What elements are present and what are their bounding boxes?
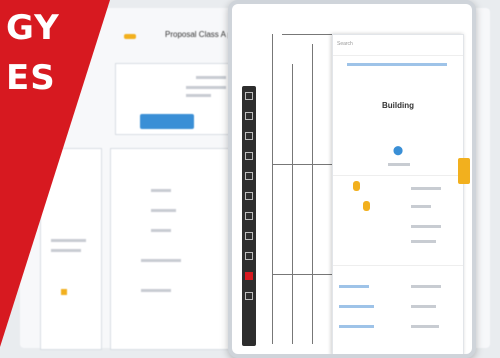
layer-tool-icon[interactable]	[245, 192, 253, 200]
panel-title: Building	[382, 101, 414, 110]
select-tool-icon[interactable]	[245, 92, 253, 100]
delete-tool-icon[interactable]	[245, 272, 253, 280]
shape-tool-icon[interactable]	[245, 152, 253, 160]
text-tool-icon[interactable]	[245, 132, 253, 140]
drawing-toolbar	[242, 86, 256, 346]
details-card	[110, 148, 232, 350]
search-input[interactable]: Search	[337, 41, 457, 51]
pen-tool-icon[interactable]	[245, 112, 253, 120]
status-marker	[353, 181, 360, 191]
primary-action-button[interactable]	[140, 114, 194, 129]
pin-tool-icon[interactable]	[245, 212, 253, 220]
banner-line-1: GY	[6, 8, 60, 48]
side-handle[interactable]	[458, 158, 470, 184]
export-tool-icon[interactable]	[245, 292, 253, 300]
info-panel: Search Building ⬤	[332, 34, 464, 354]
banner-line-2: ES	[6, 58, 56, 98]
status-marker	[363, 201, 370, 211]
schematic-drawing	[262, 14, 342, 344]
status-pill	[124, 34, 136, 39]
lock-icon: ⬤	[393, 145, 404, 155]
settings-tool-icon[interactable]	[245, 252, 253, 260]
tablet-device: Search Building ⬤	[228, 0, 476, 358]
measure-tool-icon[interactable]	[245, 172, 253, 180]
image-tool-icon[interactable]	[245, 232, 253, 240]
